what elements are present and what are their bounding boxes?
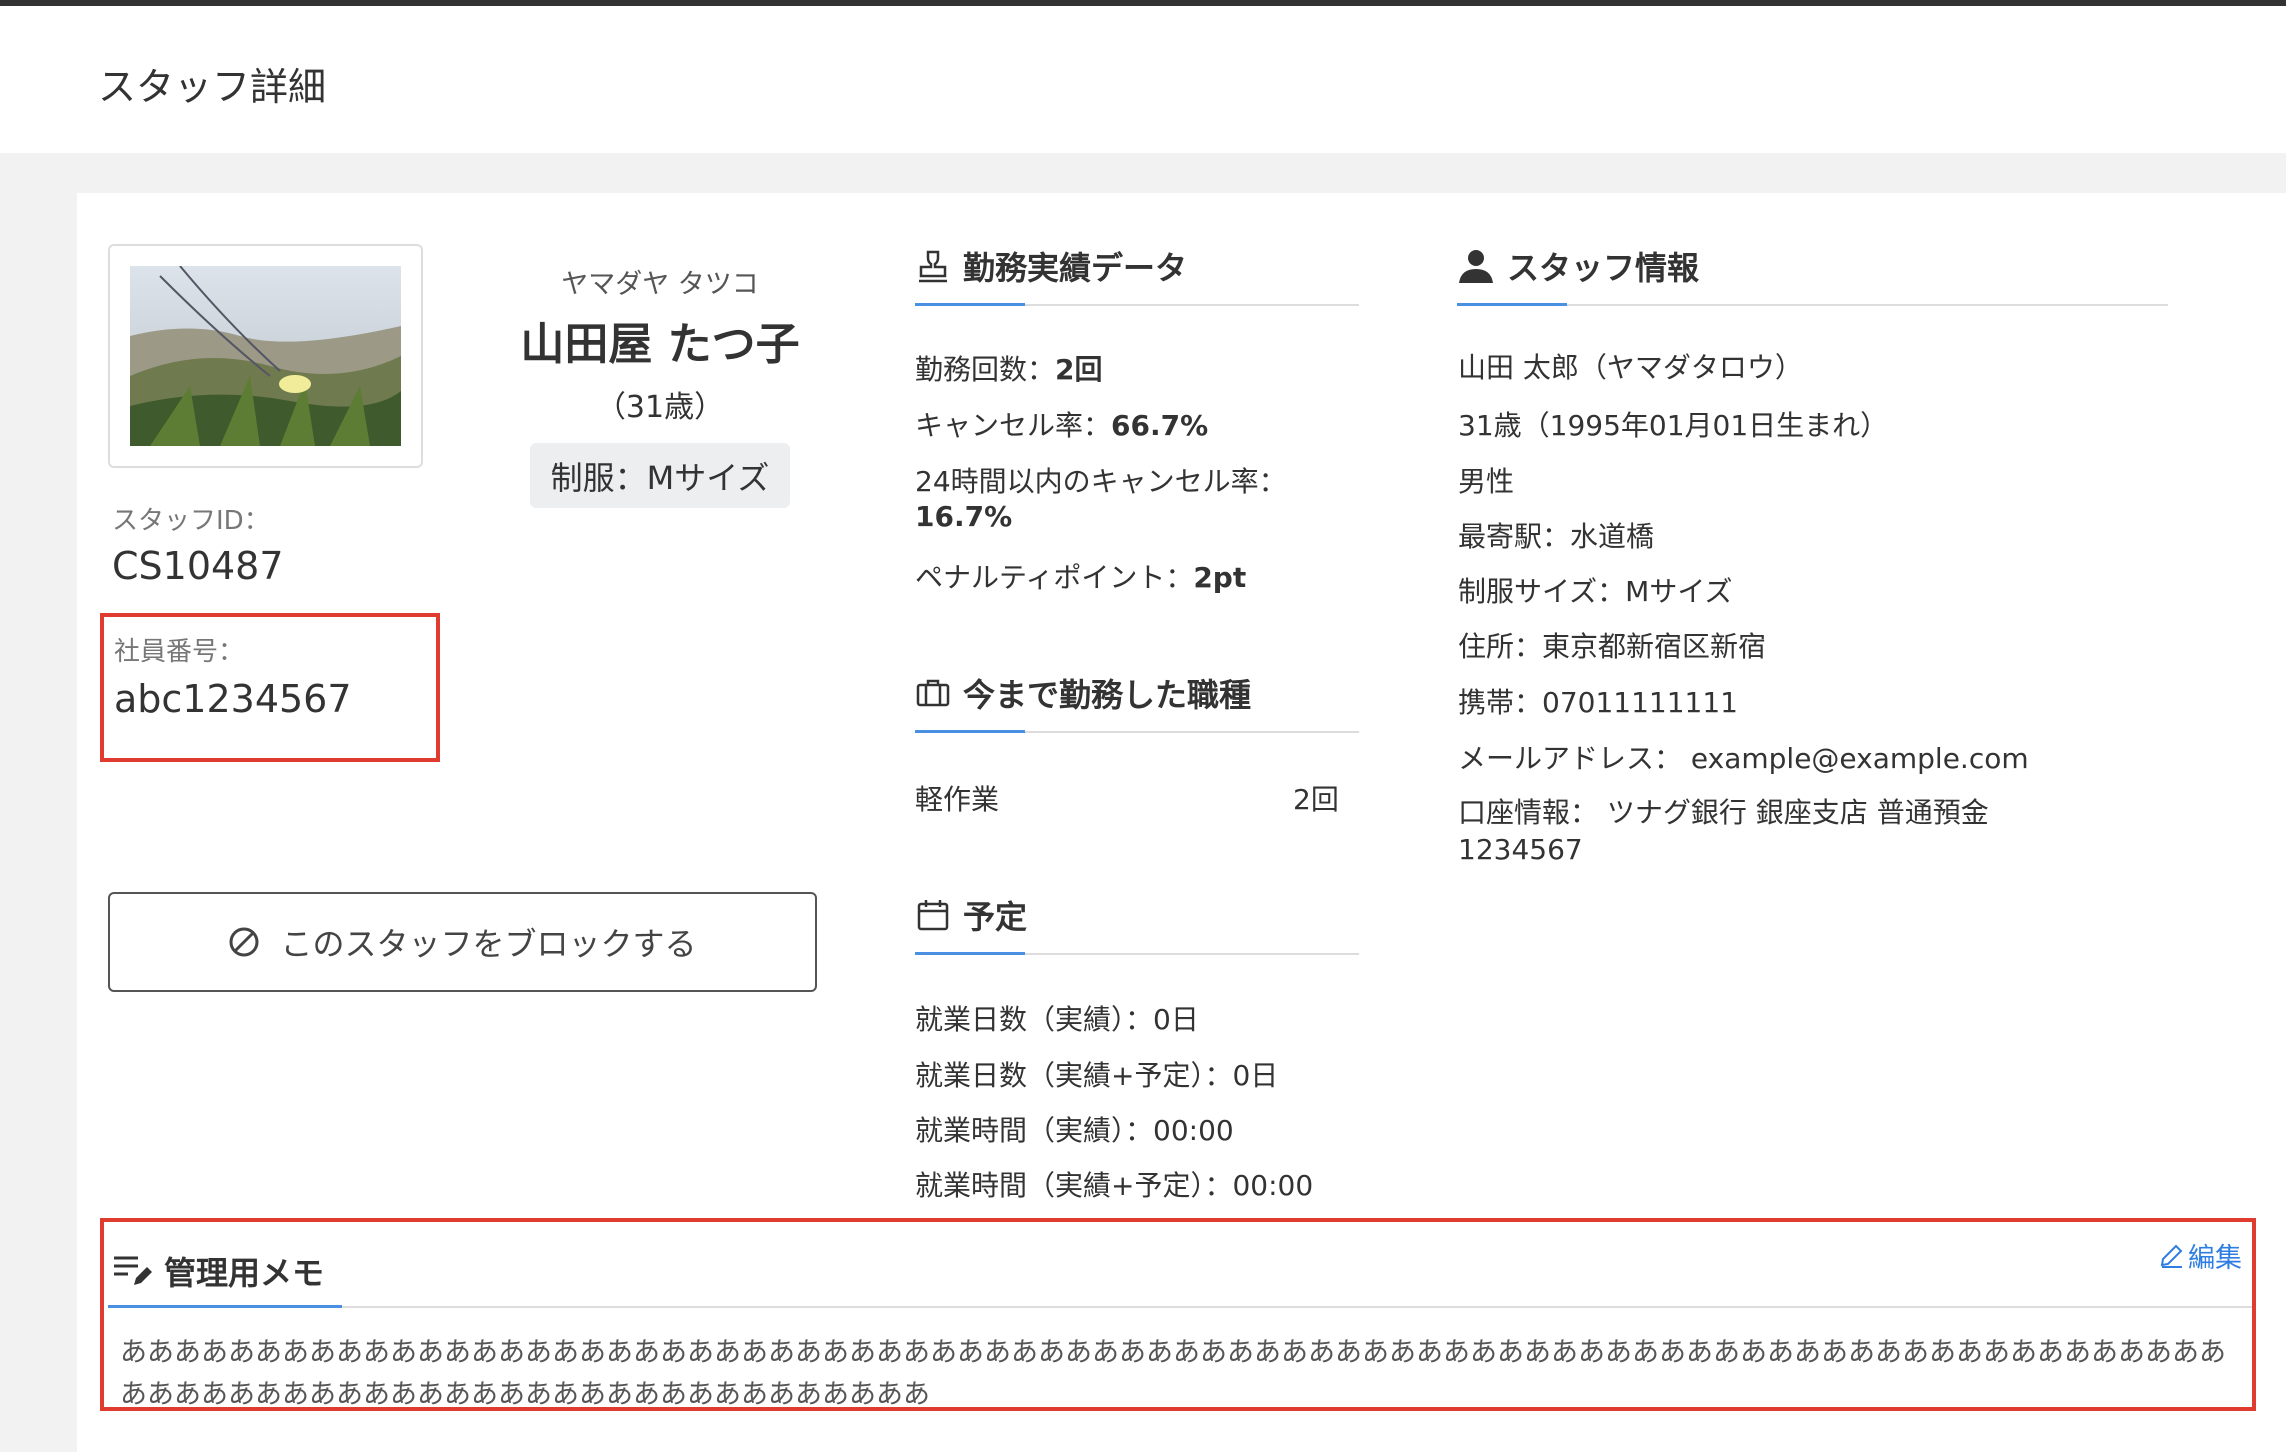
block-staff-label: このスタッフをブロックする — [280, 925, 697, 963]
job-types-title: 今まで勤務した職種 — [963, 676, 1252, 714]
staff-name-kana: ヤマダヤ タツコ — [561, 269, 759, 300]
schedule-line: 就業日数（実績）：0日 — [915, 1003, 1199, 1036]
staff-id-value: CS10487 — [112, 544, 284, 588]
page-header: スタッフ詳細 — [0, 6, 2286, 153]
schedule-divider — [915, 952, 1359, 955]
edit-icon — [2158, 1243, 2184, 1269]
schedule-heading: 予定 — [915, 892, 1027, 938]
staff-photo — [130, 266, 401, 446]
staff-info-title: スタッフ情報 — [1507, 249, 1700, 287]
stamp-icon — [915, 248, 951, 284]
schedule-title: 予定 — [963, 898, 1028, 936]
staff-info-line: 最寄駅：水道橋 — [1458, 520, 1655, 553]
job-types-divider — [915, 730, 1359, 733]
block-icon — [228, 926, 260, 958]
memo-edit-label: 編集 — [2188, 1243, 2242, 1274]
penalty-label: ペナルティポイント： — [915, 561, 1194, 594]
staff-info-heading: スタッフ情報 — [1457, 243, 1699, 289]
staff-name: 山田屋 たつ子 — [520, 319, 800, 370]
bank-account-number: 1234567 — [1458, 833, 1583, 866]
calendar-icon — [915, 897, 951, 933]
work-count-label: 勤務回数： — [915, 353, 1056, 386]
uniform-size-badge: 制服：Mサイズ — [530, 443, 790, 508]
work-record-title: 勤務実績データ — [963, 249, 1188, 287]
staff-info-line: 男性 — [1458, 465, 1515, 498]
penalty-value: 2pt — [1193, 561, 1247, 594]
job-type-count: 2回 — [1293, 783, 1339, 816]
page-title: スタッフ詳細 — [98, 65, 327, 109]
staff-info-line: 制服サイズ：Mサイズ — [1458, 575, 1733, 608]
memo-title: 管理用メモ — [164, 1254, 325, 1292]
staff-info-line: 携帯：07011111111 — [1458, 686, 1738, 719]
memo-edit-link[interactable]: 編集 — [2158, 1236, 2242, 1275]
job-types-heading: 今まで勤務した職種 — [915, 670, 1251, 716]
briefcase-icon — [915, 675, 951, 711]
work-count: 勤務回数：2回 — [915, 348, 1103, 388]
staff-photo-frame — [108, 244, 423, 468]
penalty-points: ペナルティポイント：2pt — [915, 556, 1246, 596]
cancel-rate-label: キャンセル率： — [915, 409, 1112, 442]
staff-id-label: スタッフID： — [112, 506, 270, 536]
schedule-line: 就業日数（実績+予定）：0日 — [915, 1059, 1279, 1092]
memo-icon — [112, 1253, 152, 1289]
staff-info-line: 住所：東京都新宿区新宿 — [1458, 630, 1767, 663]
staff-info-line: 31歳（1995年01月01日生まれ） — [1458, 409, 1889, 442]
staff-info-divider — [1457, 303, 2168, 306]
bank-info: 口座情報： ツナグ銀行 銀座支店 普通預金 — [1458, 796, 1989, 829]
employee-number-highlight: 社員番号： abc1234567 — [100, 613, 440, 762]
staff-info-line: メールアドレス： example@example.com — [1458, 742, 2029, 775]
employee-number-value: abc1234567 — [114, 677, 352, 721]
cancel-rate: キャンセル率：66.7% — [915, 404, 1208, 444]
cancel24-value: 16.7% — [915, 500, 1012, 533]
schedule-line: 就業時間（実績）：00:00 — [915, 1114, 1234, 1147]
schedule-line: 就業時間（実績+予定）：00:00 — [915, 1169, 1314, 1202]
admin-memo-highlight: 管理用メモ 編集 あああああああああああああああああああああああああああああああ… — [100, 1218, 2256, 1411]
cancel24-value-text: 16.7% — [915, 500, 1013, 533]
staff-info-line: 山田 太郎（ヤマダタロウ） — [1458, 351, 1803, 384]
memo-divider — [108, 1305, 2252, 1308]
memo-heading: 管理用メモ — [112, 1248, 324, 1294]
cancel24-label: 24時間以内のキャンセル率： — [915, 465, 1287, 498]
staff-age: （31歳） — [595, 390, 725, 425]
work-record-heading: 勤務実績データ — [915, 243, 1187, 289]
block-staff-button[interactable]: このスタッフをブロックする — [108, 892, 817, 992]
work-count-value: 2回 — [1055, 353, 1103, 386]
user-icon — [1457, 248, 1495, 284]
work-record-divider — [915, 303, 1359, 306]
memo-text: ああああああああああああああああああああああああああああああああああああああああ… — [120, 1337, 2226, 1410]
job-type-name: 軽作業 — [915, 783, 1000, 816]
employee-number-label: 社員番号： — [114, 637, 245, 667]
cancel-rate-value: 66.7% — [1111, 409, 1209, 442]
